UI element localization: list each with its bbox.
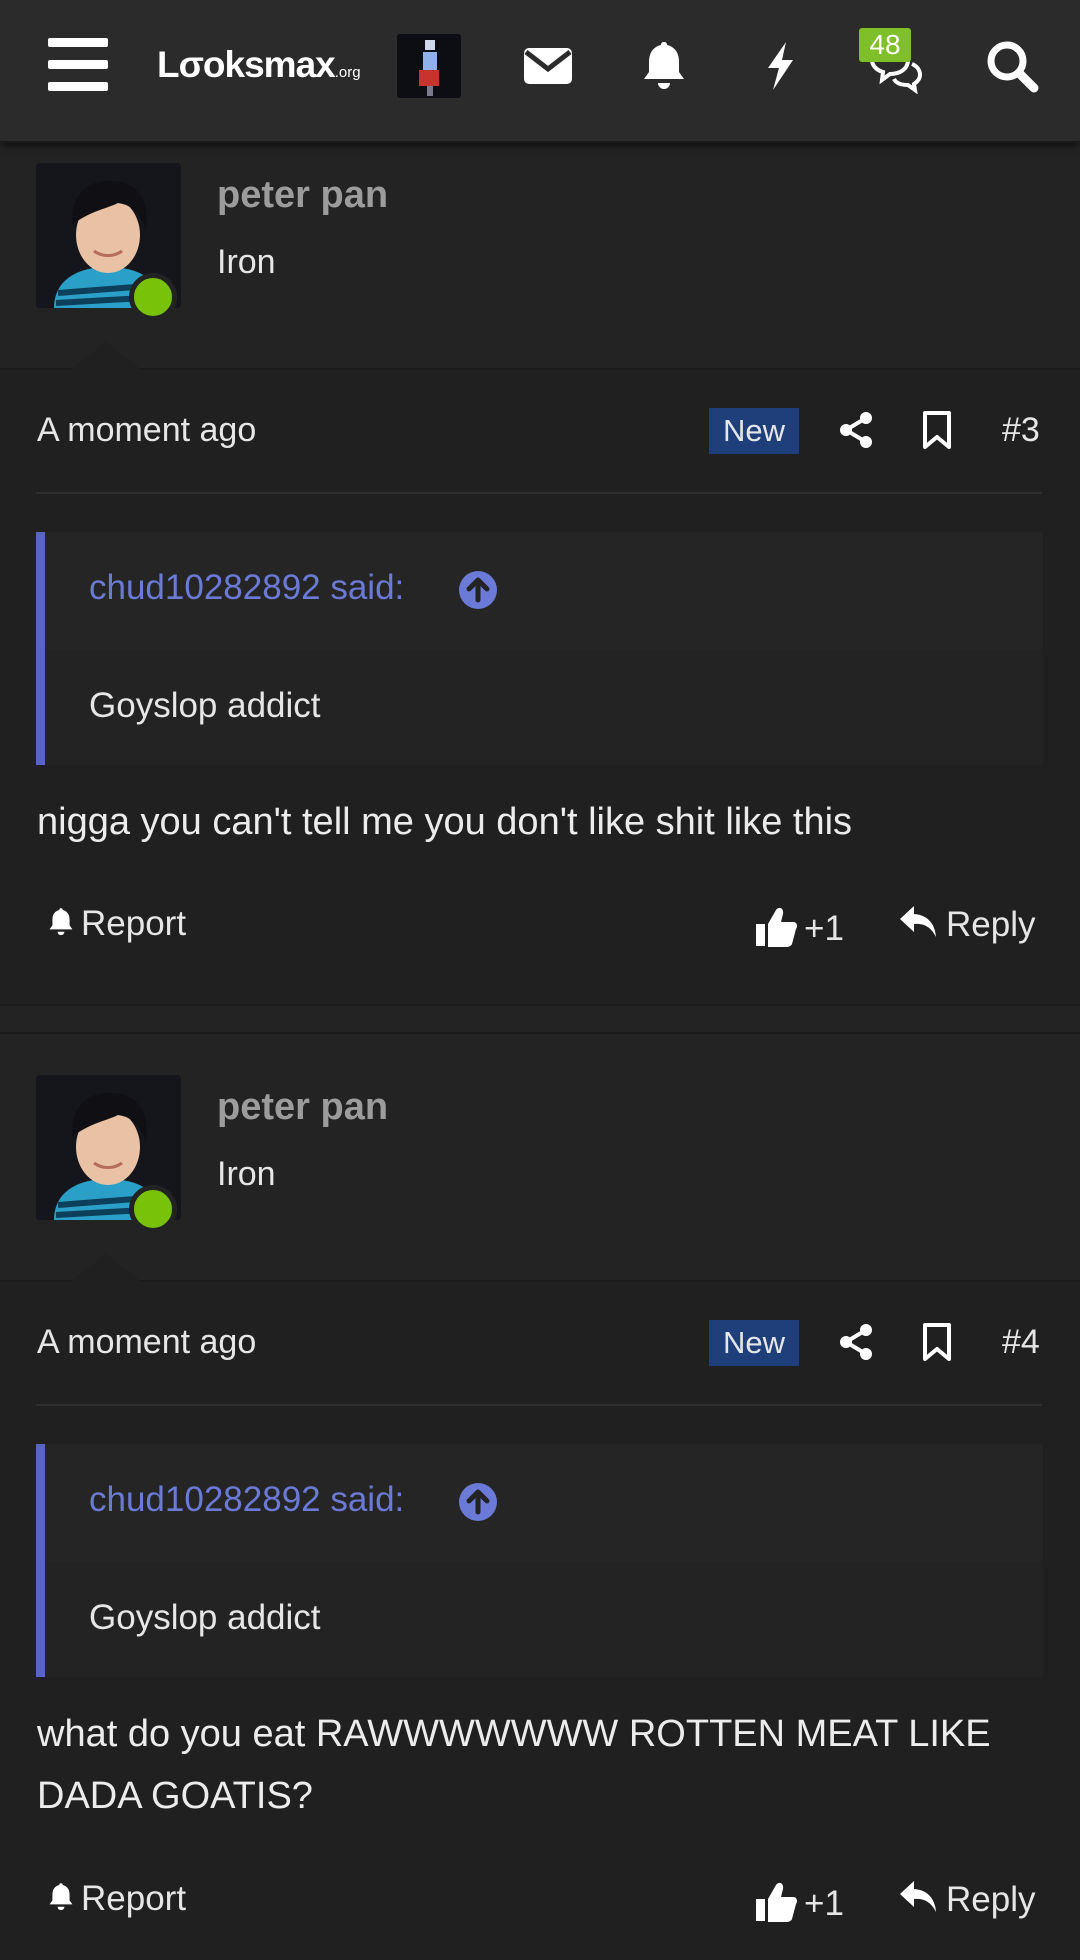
quote-text: Goyslop addict xyxy=(89,1598,321,1637)
thumbs-up-icon xyxy=(756,907,797,947)
post-time[interactable]: A moment ago xyxy=(37,411,256,450)
bell-icon xyxy=(45,906,77,947)
post-message: what do you eat RAWWWWWWW ROTTEN MEAT LI… xyxy=(37,1713,991,1817)
post-number[interactable]: #4 xyxy=(1002,1323,1040,1362)
user-title: Iron xyxy=(217,243,276,281)
arrow-up-circle-icon[interactable] xyxy=(458,1482,498,1522)
user-avatar[interactable] xyxy=(397,34,461,98)
divider xyxy=(36,1404,1042,1406)
online-status-dot xyxy=(129,273,177,321)
quote-author[interactable]: chud10282892 said: xyxy=(89,568,404,608)
reply-label: Reply xyxy=(946,1880,1036,1919)
like-button[interactable]: +1 xyxy=(754,1879,844,1924)
post-actions: Report +1 Reply xyxy=(0,1879,1080,1939)
new-badge: New xyxy=(709,408,799,454)
conversations-badge: 48 xyxy=(859,28,911,62)
new-badge: New xyxy=(709,1320,799,1366)
report-label: Report xyxy=(81,1879,187,1918)
share-icon[interactable] xyxy=(836,410,876,450)
site-logo[interactable]: Lσoksmax.org xyxy=(157,44,361,85)
post-pointer xyxy=(70,342,142,370)
like-count: +1 xyxy=(804,1884,844,1923)
quote-header: chud10282892 said: xyxy=(45,1444,1043,1562)
online-status-dot xyxy=(129,1185,177,1233)
envelope-icon[interactable] xyxy=(520,38,576,94)
quote-header: chud10282892 said: xyxy=(45,532,1043,650)
logo-tld: .org xyxy=(334,64,361,81)
menu-icon[interactable] xyxy=(48,38,108,92)
user-title: Iron xyxy=(217,1155,276,1193)
bell-icon[interactable] xyxy=(636,38,692,94)
like-button[interactable]: +1 xyxy=(754,904,844,949)
bell-icon xyxy=(45,1881,77,1922)
thumbs-up-icon xyxy=(756,1882,797,1922)
reply-label: Reply xyxy=(946,905,1036,944)
divider xyxy=(36,492,1042,494)
quote-text: Goyslop addict xyxy=(89,686,321,725)
top-nav-bar: Lσoksmax.org 48 xyxy=(0,0,1080,143)
reply-button[interactable]: Reply xyxy=(898,904,1035,945)
reply-icon xyxy=(900,1881,936,1912)
bookmark-icon[interactable] xyxy=(917,1322,957,1362)
search-icon[interactable] xyxy=(984,38,1040,94)
share-icon[interactable] xyxy=(836,1322,876,1362)
reply-button[interactable]: Reply xyxy=(898,1879,1035,1920)
quote-author[interactable]: chud10282892 said: xyxy=(89,1480,404,1520)
like-count: +1 xyxy=(804,909,844,948)
quote-block: chud10282892 said: Goyslop addict xyxy=(36,532,1043,765)
post-time[interactable]: A moment ago xyxy=(37,1323,256,1362)
post-message: nigga you can't tell me you don't like s… xyxy=(37,801,853,843)
quote-block: chud10282892 said: Goyslop addict xyxy=(36,1444,1043,1677)
report-button[interactable]: Report xyxy=(45,904,186,947)
post-actions: Report +1 Reply xyxy=(0,904,1080,964)
reply-icon xyxy=(900,906,936,937)
post-pointer xyxy=(70,1254,142,1282)
username[interactable]: peter pan xyxy=(217,174,388,217)
post-number[interactable]: #3 xyxy=(1002,411,1040,450)
report-button[interactable]: Report xyxy=(45,1879,186,1922)
username[interactable]: peter pan xyxy=(217,1086,388,1129)
lightning-icon[interactable] xyxy=(752,38,808,94)
arrow-up-circle-icon[interactable] xyxy=(458,570,498,610)
logo-text: Lσoksmax xyxy=(157,44,336,85)
report-label: Report xyxy=(81,904,187,943)
bookmark-icon[interactable] xyxy=(917,410,957,450)
post-separator xyxy=(0,1004,1080,1034)
